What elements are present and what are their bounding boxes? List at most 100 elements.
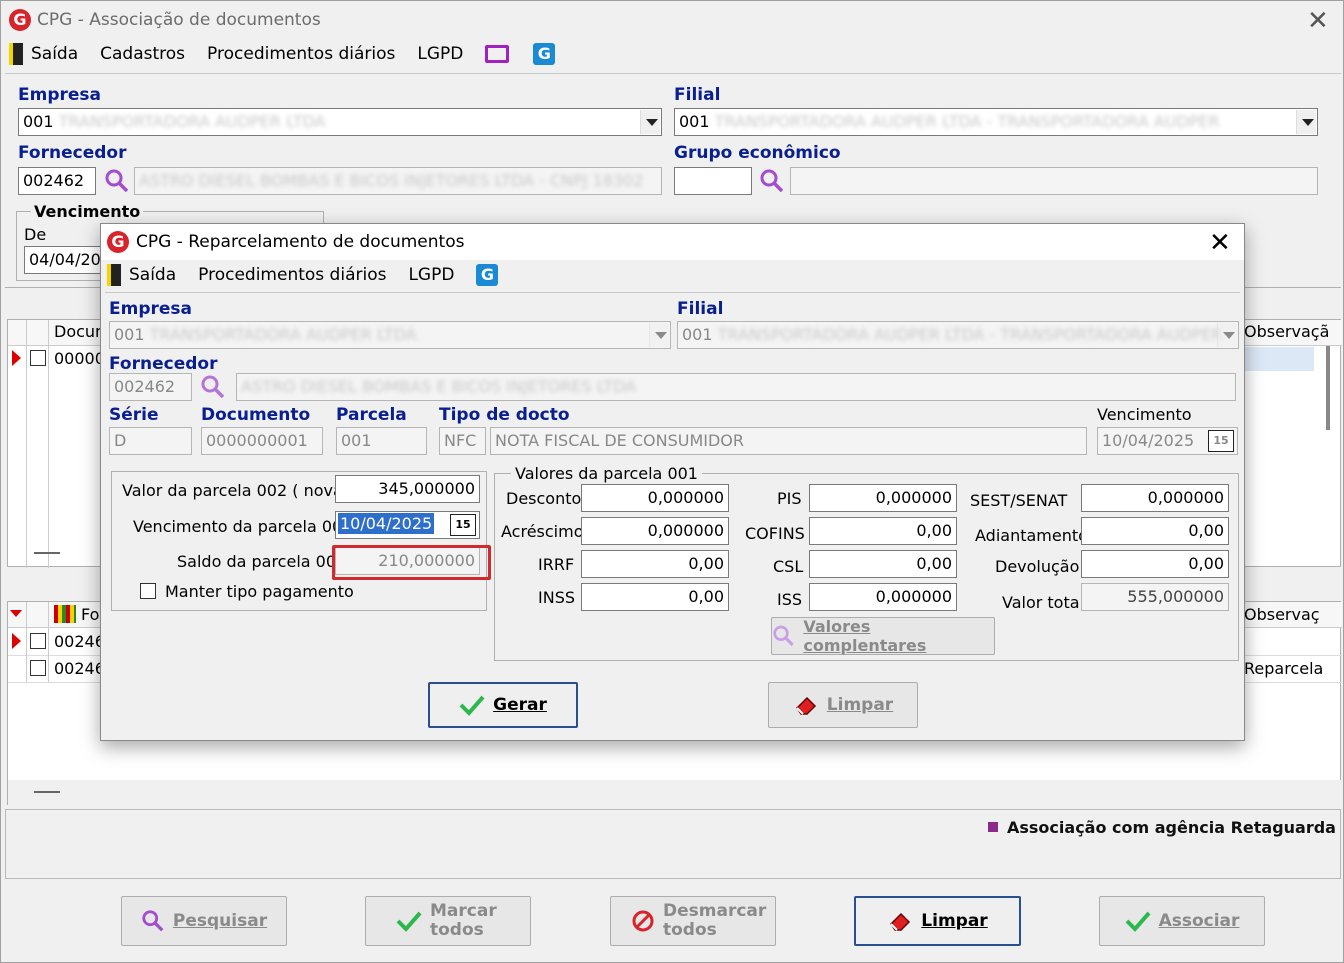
sest-senat-input[interactable]: 0,000000 (1081, 484, 1229, 512)
associar-button[interactable]: Associar (1099, 896, 1265, 946)
observacao-cell: Reparcela (1244, 659, 1324, 678)
manter-tipo-checkbox[interactable] (140, 583, 156, 599)
menu-cadastros[interactable]: Cadastros (100, 44, 185, 64)
menu-saida[interactable]: Saída (31, 44, 78, 64)
window-title: CPG - Associação de documentos (37, 10, 321, 30)
chevron-down-icon[interactable] (640, 110, 660, 134)
row-checkbox[interactable] (30, 350, 46, 366)
pesquisar-button[interactable]: Pesquisar (121, 896, 287, 946)
check-icon (396, 911, 422, 932)
g-app-icon[interactable]: G (533, 43, 556, 65)
app-logo-icon: G (9, 9, 31, 31)
divider (5, 73, 1341, 74)
irrf-input[interactable]: 0,00 (581, 550, 729, 578)
table-row[interactable]: 00246 (54, 632, 105, 651)
gerar-button[interactable]: Gerar (428, 682, 578, 728)
inss-input[interactable]: 0,00 (581, 583, 729, 611)
grid-col-documento[interactable]: Docun (54, 322, 105, 341)
venc-parcela-input[interactable]: 10/04/2025 15 (335, 511, 480, 539)
table-row[interactable]: 00246 (54, 659, 105, 678)
menu-lgpd[interactable]: LGPD (408, 265, 454, 285)
marcar-todos-button[interactable]: Marcar todos (365, 896, 531, 946)
acrescimo-label: Acréscimo (501, 522, 584, 541)
grupo-code-input[interactable] (674, 167, 752, 195)
empresa-select[interactable]: 001 TRANSPORTADORA AUDPER LTDA (18, 108, 662, 136)
g-app-icon[interactable]: G (476, 264, 499, 286)
serie-field: D (109, 427, 192, 455)
vencimento-label: Vencimento (1097, 405, 1192, 424)
valor-total-field: 555,000000 (1081, 583, 1229, 611)
row-checkbox[interactable] (30, 660, 46, 676)
tipo-code-field: NFC (439, 427, 486, 455)
desconto-label: Desconto (506, 489, 582, 508)
fornecedor-name-field: ASTRO DIESEL BOMBAS E BICOS INJETORES LT… (236, 373, 1236, 401)
adiantamento-input[interactable]: 0,00 (1081, 517, 1229, 545)
tipo-desc-field: NOTA FISCAL DE CONSUMIDOR (490, 427, 1087, 455)
menu-procedimentos[interactable]: Procedimentos diários (207, 44, 395, 64)
filial-select[interactable]: 001 TRANSPORTADORA AUDPER LTDA - TRANSPO… (674, 108, 1318, 136)
grid-col-observacao[interactable]: Observaç (1244, 605, 1320, 624)
grid-col-fornecedor[interactable]: Fo (81, 605, 99, 624)
search-icon (142, 910, 164, 932)
filial-select: 001 TRANSPORTADORA AUDPER LTDA - TRANSPO… (677, 321, 1239, 349)
legend-panel: Associação com agência Retaguarda (5, 809, 1341, 879)
monitor-icon[interactable] (485, 45, 510, 63)
close-icon[interactable]: ✕ (1209, 230, 1231, 256)
menu-procedimentos[interactable]: Procedimentos diários (198, 265, 386, 285)
fornecedor-label: Fornecedor (109, 354, 218, 374)
desconto-input[interactable]: 0,000000 (581, 484, 729, 512)
menu-bar: Saída Cadastros Procedimentos diários LG… (9, 39, 556, 69)
row-checkbox[interactable] (30, 633, 46, 649)
search-icon[interactable] (759, 168, 785, 194)
limpar-button[interactable]: Limpar (768, 682, 918, 728)
close-icon[interactable]: ✕ (1307, 8, 1329, 34)
empresa-label: Empresa (18, 85, 101, 105)
filter-columns-icon[interactable] (54, 605, 76, 623)
valor-nova-input[interactable]: 345,000000 (335, 475, 480, 503)
highlight-box (332, 545, 491, 580)
menu-saida[interactable]: Saída (129, 265, 176, 285)
csl-label: CSL (773, 557, 804, 576)
reparcelamento-dialog: G CPG - Reparcelamento de documentos ✕ S… (100, 223, 1245, 741)
acrescimo-input[interactable]: 0,000000 (581, 517, 729, 545)
devolucao-input[interactable]: 0,00 (1081, 550, 1229, 578)
de-label: De (24, 225, 47, 244)
cofins-input[interactable]: 0,00 (809, 517, 957, 545)
desmarcar-todos-button[interactable]: Desmarcar todos (610, 896, 776, 946)
search-icon[interactable] (104, 168, 130, 194)
calendar-icon: 15 (1208, 430, 1234, 452)
dialog-title: CPG - Reparcelamento de documentos (136, 232, 465, 252)
documento-field: 0000000001 (201, 427, 323, 455)
documento-label: Documento (201, 405, 311, 425)
calendar-icon[interactable]: 15 (450, 514, 476, 536)
manter-tipo-label: Manter tipo pagamento (165, 582, 354, 601)
iss-input[interactable]: 0,000000 (809, 583, 957, 611)
sest-senat-label: SEST/SENAT (970, 491, 1068, 510)
eraser-icon (890, 912, 911, 931)
row-pointer-icon (12, 350, 21, 366)
empresa-select: 001 TRANSPORTADORA AUDPER LTDA (109, 321, 671, 349)
tipo-docto-label: Tipo de docto (439, 405, 570, 425)
pis-input[interactable]: 0,000000 (809, 484, 957, 512)
csl-input[interactable]: 0,00 (809, 550, 957, 578)
menu-lgpd[interactable]: LGPD (417, 44, 463, 64)
scrollbar[interactable] (1326, 346, 1330, 430)
cofins-label: COFINS (745, 524, 805, 543)
pis-label: PIS (777, 489, 802, 508)
exit-door-icon (107, 264, 121, 286)
fornecedor-code-input[interactable]: 002462 (18, 167, 96, 195)
chevron-down-icon[interactable] (1296, 110, 1316, 134)
exit-door-icon (9, 43, 23, 65)
grid-col-observacao[interactable]: Observaçã (1244, 322, 1329, 341)
vencimento-group-title: Vencimento (31, 202, 144, 221)
table-row[interactable]: 00000 (54, 349, 105, 368)
fornecedor-code-field: 002462 (109, 373, 192, 401)
chevron-down-icon (649, 323, 669, 347)
eraser-icon (795, 696, 816, 715)
check-icon (459, 695, 485, 716)
fornecedor-name-field: ASTRO DIESEL BOMBAS E BICOS INJETORES LT… (134, 167, 662, 195)
limpar-button[interactable]: Limpar (854, 896, 1021, 946)
inss-label: INSS (538, 588, 575, 607)
irrf-label: IRRF (538, 555, 575, 574)
valores-complementares-button[interactable]: Valores complentares (771, 617, 995, 655)
